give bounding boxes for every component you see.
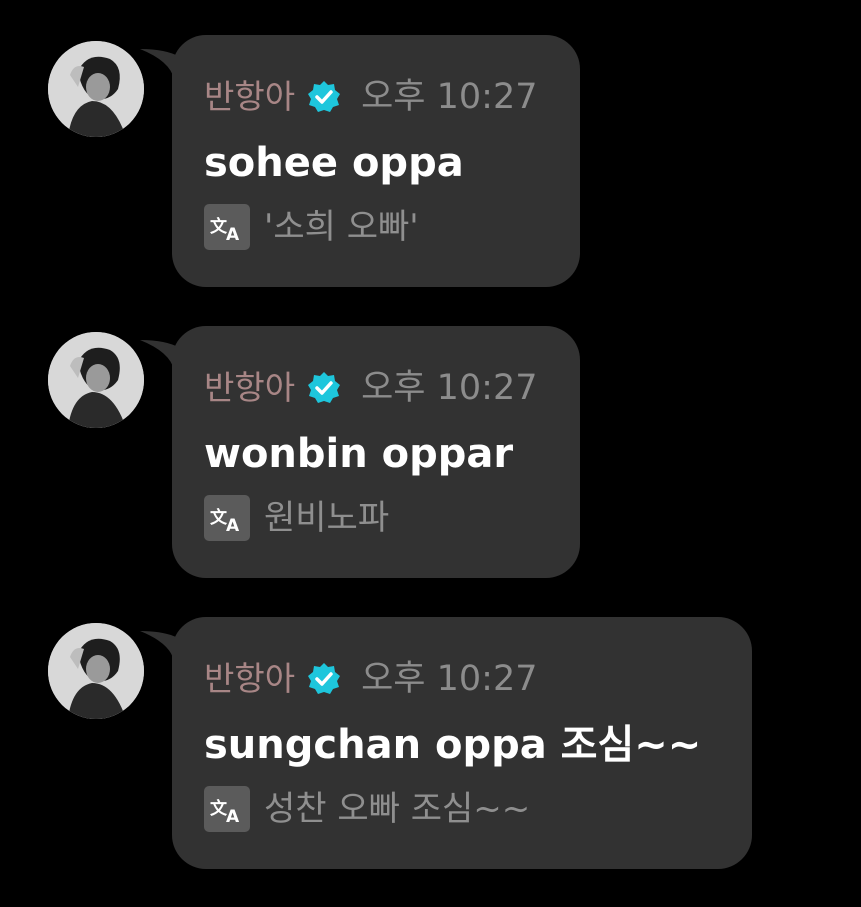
translation-text: '소희 오빠' bbox=[264, 207, 419, 247]
svg-text:A: A bbox=[226, 807, 240, 827]
verified-badge-icon bbox=[308, 372, 341, 403]
avatar[interactable] bbox=[48, 41, 144, 137]
message-text: sungchan oppa 조심~~ bbox=[204, 722, 702, 768]
message-time: 오후 10:27 bbox=[361, 77, 538, 117]
message-bubble[interactable]: 반항아 오후 10:27 sungchan oppa 조심~~ 文 A 성찬 오… bbox=[172, 617, 752, 869]
author-name[interactable]: 반항아 bbox=[204, 366, 295, 410]
translation-row[interactable]: 文 A 원비노파 bbox=[204, 494, 389, 542]
translation-row[interactable]: 文 A '소희 오빠' bbox=[204, 203, 419, 251]
svg-text:A: A bbox=[226, 516, 240, 536]
message-text: wonbin oppar bbox=[204, 431, 514, 477]
avatar[interactable] bbox=[48, 332, 144, 428]
verified-badge-icon bbox=[308, 663, 341, 694]
translation-row[interactable]: 文 A 성찬 오빠 조심~~ bbox=[204, 785, 530, 833]
message-header: 반항아 오후 10:27 bbox=[204, 657, 537, 701]
message-bubble[interactable]: 반항아 오후 10:27 sohee oppa 文 A '소희 오빠' bbox=[172, 35, 580, 287]
message-bubble[interactable]: 반항아 오후 10:27 wonbin oppar 文 A 원비노파 bbox=[172, 326, 580, 578]
message-text: sohee oppa bbox=[204, 140, 464, 186]
message-time: 오후 10:27 bbox=[361, 659, 538, 699]
translate-icon: 文 A bbox=[204, 786, 250, 832]
translate-icon: 文 A bbox=[204, 495, 250, 541]
svg-text:A: A bbox=[226, 225, 240, 245]
verified-badge-icon bbox=[308, 81, 341, 112]
message-time: 오후 10:27 bbox=[361, 368, 538, 408]
translation-text: 성찬 오빠 조심~~ bbox=[264, 789, 531, 829]
message-header: 반항아 오후 10:27 bbox=[204, 75, 537, 119]
author-name[interactable]: 반항아 bbox=[204, 75, 295, 119]
translation-text: 원비노파 bbox=[264, 498, 390, 538]
chat-message: 반항아 오후 10:27 sohee oppa 文 A '소희 오빠' bbox=[0, 35, 861, 295]
chat-message: 반항아 오후 10:27 sungchan oppa 조심~~ 文 A 성찬 오… bbox=[0, 617, 861, 877]
message-header: 반항아 오후 10:27 bbox=[204, 366, 537, 410]
avatar[interactable] bbox=[48, 623, 144, 719]
chat-message: 반항아 오후 10:27 wonbin oppar 文 A 원비노파 bbox=[0, 326, 861, 586]
translate-icon: 文 A bbox=[204, 204, 250, 250]
author-name[interactable]: 반항아 bbox=[204, 657, 295, 701]
